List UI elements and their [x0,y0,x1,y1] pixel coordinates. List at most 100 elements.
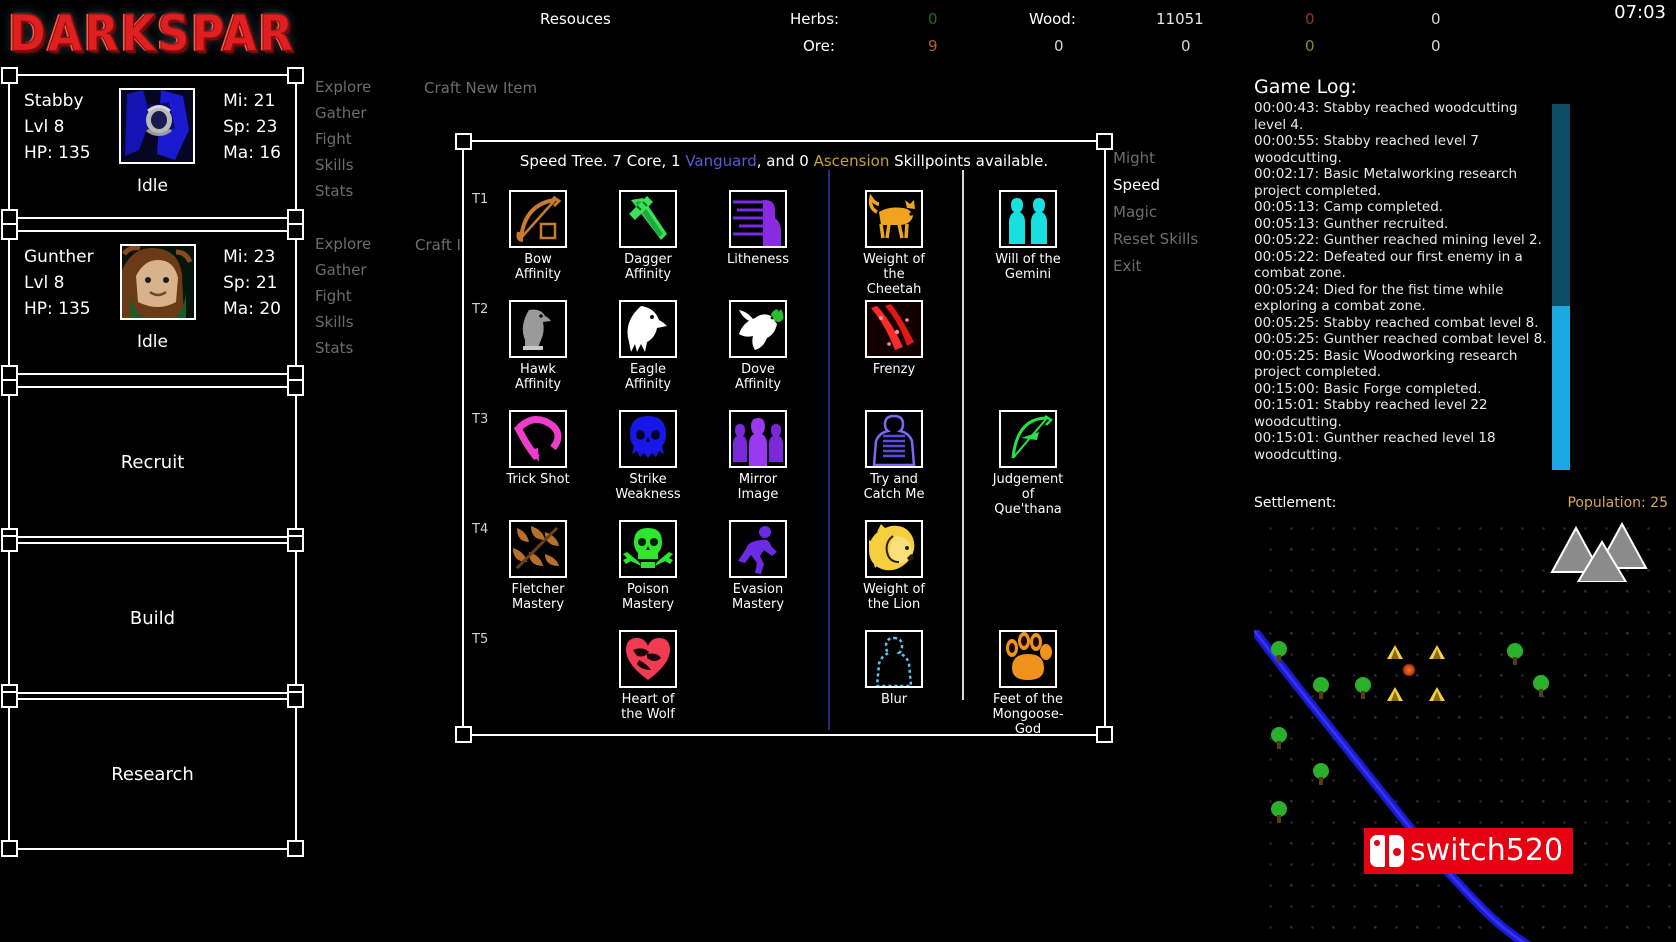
character-card-stabby[interactable]: Stabby Lvl 8 HP: 135 Mi: 21 Sp: 23 Ma: 1… [1,67,304,226]
menu-item-fight[interactable]: Fight [315,283,371,309]
skill-name: Eagle Affinity [624,362,672,392]
barbarian-portrait-icon [122,246,195,318]
tree-icon [1313,677,1329,699]
menu-item-explore[interactable]: Explore [315,231,371,257]
menu-item-fight[interactable]: Fight [315,126,371,152]
skill-icon-box [865,300,923,358]
tree-menu-exit[interactable]: Exit [1113,253,1198,280]
log-entry: 00:05:13: Gunther recruited. [1254,215,1449,232]
log-entry: 00:00:43: Stabby reached woodcutting lev… [1254,100,1518,133]
log-entry: 00:05:24: Died for the fist time while e… [1254,281,1504,315]
settlement-map[interactable] [1254,512,1676,942]
skill-name: Feet of the Mongoose-God [992,692,1064,737]
skill-evasion-mastery[interactable]: Evasion Mastery [720,520,796,612]
skill-blur[interactable]: Blur [856,630,932,707]
tier-label-t3: T3 [472,412,489,427]
game-clock: 07:03 [1614,2,1666,23]
skill-name: Mirror Image [737,472,779,502]
menu-item-stats[interactable]: Stats [315,335,371,361]
tree-icon [1271,641,1287,663]
skill-name: Fletcher Mastery [511,582,565,612]
skill-name: Dagger Affinity [624,252,672,282]
tree-icon [1533,675,1549,697]
panel-frame [8,542,297,694]
skill-icon-box [729,520,787,578]
corner-bracket [1,535,18,552]
skill-feet-of-the-mongoose-god[interactable]: Feet of the Mongoose-God [990,630,1066,737]
tent-icon [1429,687,1445,701]
menu-item-skills[interactable]: Skills [315,309,371,335]
character-portrait[interactable] [118,88,195,164]
scrollbar-thumb[interactable] [1552,306,1570,470]
skill-judgement-of-quethana[interactable]: Judgement of Que'thana [990,410,1066,517]
tree-menu-reset-skills[interactable]: Reset Skills [1113,226,1198,253]
corner-bracket [1096,726,1113,743]
corner-bracket [1,67,18,84]
menu-item-stats[interactable]: Stats [315,178,371,204]
herbs-value: 0 [928,10,938,28]
menu-item-explore[interactable]: Explore [315,74,371,100]
action-menu-gunther: Explore Gather Fight Skills Stats [315,231,371,361]
skill-icon-box [619,520,677,578]
skill-eagle-affinity[interactable]: Eagle Affinity [610,300,686,392]
skill-strike-weakness[interactable]: Strike Weakness [610,410,686,502]
skill-bow-affinity[interactable]: Bow Affinity [500,190,576,282]
menu-item-gather[interactable]: Gather [315,100,371,126]
skill-weight-of-the-cheetah[interactable]: Weight of the Cheetah [856,190,932,297]
skill-icon-box [999,190,1057,248]
tree-menu-speed[interactable]: Speed [1113,172,1198,199]
research-button[interactable]: Research [1,691,304,857]
tree-menu-magic[interactable]: Magic [1113,199,1198,226]
skill-will-of-the-gemini[interactable]: Will of the Gemini [990,190,1066,282]
herbs-label: Herbs: [790,10,840,28]
log-entry: 00:05:22: Gunther reached mining level 2… [1254,232,1542,248]
craft-new-item-stabby[interactable]: Craft New Item [424,75,537,101]
build-button[interactable]: Build [1,535,304,701]
character-card-gunther[interactable]: Gunther Lvl 8 HP: 135 Mi: 23 Sp: 21 Ma: … [1,223,304,382]
tent-icon [1429,645,1445,659]
skill-weight-of-the-lion[interactable]: Weight of the Lion [856,520,932,612]
skill-icon-box [509,300,567,358]
skill-mirror-image[interactable]: Mirror Image [720,410,796,502]
skill-name: Judgement of Que'thana [992,472,1064,517]
skill-icon-box [865,190,923,248]
resource-value-6: 0 [1305,37,1315,55]
skill-icon-box [729,190,787,248]
skill-litheness[interactable]: Litheness [720,190,796,267]
corner-bracket [287,379,304,396]
game-log-list[interactable]: 00:00:43: Stabby reached woodcutting lev… [1254,100,1550,470]
resource-value-5: 0 [1305,10,1315,28]
skill-fletcher-mastery[interactable]: Fletcher Mastery [500,520,576,612]
skill-heart-of-the-wolf[interactable]: Heart of the Wolf [610,630,686,722]
skill-icon-box [619,410,677,468]
menu-item-skills[interactable]: Skills [315,152,371,178]
skill-dagger-affinity[interactable]: Dagger Affinity [610,190,686,282]
skill-poison-mastery[interactable]: Poison Mastery [610,520,686,612]
skill-hawk-affinity[interactable]: Hawk Affinity [500,300,576,392]
app-logo: DARKSPAR [0,0,305,66]
log-entry: 00:15:00: Basic Forge completed. [1254,380,1482,397]
skill-trick-shot[interactable]: Trick Shot [500,410,576,487]
corner-bracket [287,840,304,857]
skill-frenzy[interactable]: Frenzy [856,300,932,377]
skill-icon-box [509,520,567,578]
skill-icon-box [865,630,923,688]
craft-new-item-gunther[interactable]: Craft I [415,232,461,258]
settlement-label: Settlement: [1254,495,1337,511]
skill-icon-box [619,190,677,248]
tent-icon [1387,645,1403,659]
skill-dove-affinity[interactable]: Dove Affinity [720,300,796,392]
menu-item-gather[interactable]: Gather [315,257,371,283]
character-portrait[interactable] [120,244,197,320]
game-log-title: Game Log: [1254,76,1357,98]
skill-icon-box [999,410,1057,468]
skill-name: Hawk Affinity [514,362,562,392]
tree-menu-might[interactable]: Might [1113,145,1198,172]
wood-value: 11051 [1156,10,1204,28]
game-log-scrollbar[interactable] [1552,104,1570,470]
recruit-button[interactable]: Recruit [1,379,304,545]
watermark: switch520 [1364,828,1574,874]
skill-try-and-catch-me[interactable]: Try and Catch Me [856,410,932,502]
rogue-portrait-icon [120,90,193,162]
ore-value: 9 [928,37,938,55]
